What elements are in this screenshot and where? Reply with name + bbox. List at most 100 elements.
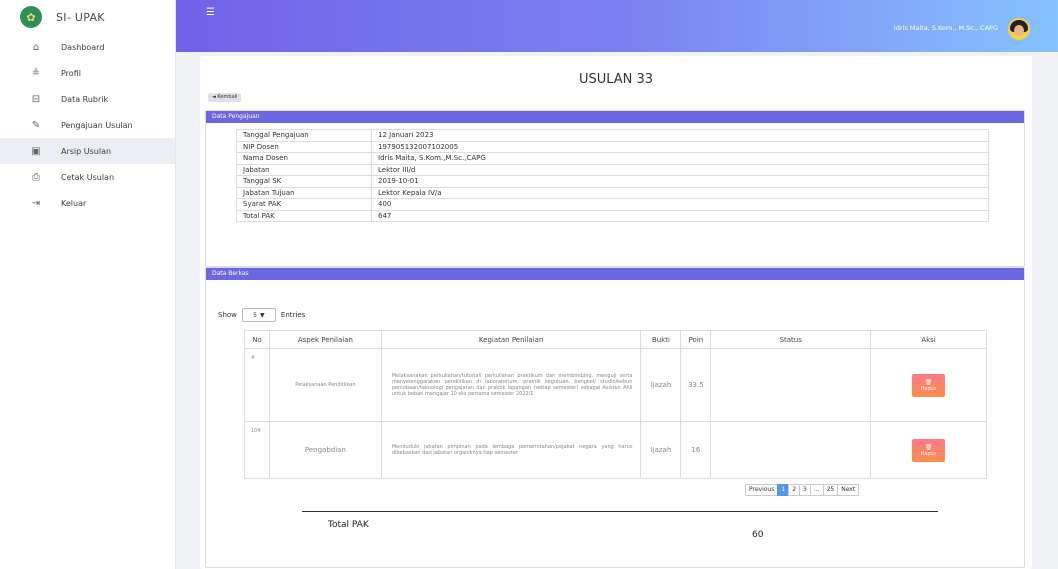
sidebar-item-keluar[interactable]: ⇥ Keluar — [0, 190, 175, 216]
pagination-previous[interactable]: Previous — [745, 484, 779, 496]
berkas-header: Data Berkas — [206, 268, 1024, 280]
status — [710, 348, 872, 422]
sidebar-item-arsip-usulan[interactable]: ▣ Arsip Usulan — [0, 138, 175, 164]
field-value: 2019-10-01 — [371, 175, 989, 188]
kegiatan-penilaian: Menduduki jabatan pimpinan pada lembaga … — [380, 421, 642, 479]
column-header: No — [244, 330, 270, 349]
pagination: Previous 1 2 3... 25 Next — [745, 484, 860, 496]
sidebar-nav: ⌂ Dashboard ≗ Profil ⊟ Data Rubrik ✎ Pengajuan … — [0, 34, 175, 216]
table-row: Tanggal SK 2019-10-01 — [236, 175, 989, 188]
archive-icon: ▣ — [31, 145, 41, 157]
field-value: 400 — [371, 198, 989, 211]
sidebar-item-label: Keluar — [61, 198, 87, 208]
column-header: Kegiatan Penilaian — [380, 330, 642, 349]
row-number: 104 — [244, 421, 270, 479]
sidebar-item-label: Data Rubrik — [61, 94, 109, 104]
sidebar: ✿ SI- UPAK ⌂ Dashboard ≗ Profil ⊟ Data Rubrik… — [0, 0, 176, 569]
app-logo-icon: ✿ — [20, 6, 42, 28]
table-row: Jabatan Tujuan Lektor Kepala IV/a — [236, 186, 989, 199]
field-value: Lektor III/d — [371, 163, 989, 176]
sidebar-item-data-rubrik[interactable]: ⊟ Data Rubrik — [0, 86, 175, 112]
field-label: Jabatan Tujuan — [236, 186, 372, 199]
status — [710, 421, 872, 479]
back-button[interactable]: ◄ Kembali — [208, 93, 242, 102]
kegiatan-penilaian: Melaksanakan perkuliahan/tutorial/ perku… — [380, 348, 642, 422]
aspek-penilaian: Pengabdian — [268, 421, 382, 479]
column-header: Status — [710, 330, 872, 349]
logout-icon: ⇥ — [31, 197, 41, 209]
table-row: NIP Dosen 197905132007102005 — [236, 140, 989, 153]
table-row: Tanggal Pengajuan 12 Januari 2023 — [236, 129, 989, 142]
table-row: 104 Pengabdian Menduduki jabatan pimpinan … — [244, 421, 987, 479]
entries-label: Entries — [280, 311, 306, 319]
edit-icon: ✎ — [31, 119, 41, 131]
trash-icon: 🗑 — [924, 443, 933, 451]
sidebar-item-profil[interactable]: ≗ Profil — [0, 60, 175, 86]
aksi-cell: 🗑 Hapus — [870, 348, 987, 422]
total-pak-label: Total PAK — [328, 520, 369, 530]
table-row: Nama Dosen Idris Maita, S.Kom.,M.Sc.,CAPG — [236, 152, 989, 165]
berkas-panel: Data Berkas Show 5 ▼ Entries No Aspek Pen… — [205, 267, 1025, 568]
entries-value: 5 — [253, 311, 257, 319]
aspek-penilaian: Pelaksanaan Pendidikan — [268, 348, 382, 422]
berkas-table: No Aspek Penilaian Kegiatan Penilaian Bukti… — [244, 330, 987, 479]
pengajuan-panel: Data Pengajuan Tanggal Pengajuan 12 Janua… — [205, 110, 1025, 267]
sidebar-item-cetak-usulan[interactable]: ⎙ Cetak Usulan — [0, 164, 175, 190]
show-label: Show — [218, 311, 237, 319]
sidebar-item-label: Cetak Usulan — [61, 172, 115, 182]
pagination-next[interactable]: Next — [837, 484, 860, 496]
pagination-page[interactable]: ... — [809, 484, 824, 496]
field-value: 197905132007102005 — [371, 140, 989, 153]
entries-select[interactable]: 5 ▼ — [241, 308, 276, 322]
pagination-page[interactable]: 25 — [822, 484, 839, 496]
pengajuan-table: Tanggal Pengajuan 12 Januari 2023 NIP Dose… — [236, 129, 989, 222]
sidebar-item-label: Arsip Usulan — [61, 146, 112, 156]
topbar: ☰ Idris Maita, S.Kom., M.Sc., CAPG — [176, 0, 1058, 52]
page-title: USULAN 33 — [578, 72, 654, 87]
column-header: Aspek Penilaian — [268, 330, 382, 349]
field-label: Tanggal SK — [236, 175, 372, 188]
table-row: Syarat PAK 400 — [236, 198, 989, 211]
bukti: Ijazah — [640, 421, 682, 479]
column-header: Bukti — [640, 330, 682, 349]
field-value: Lektor Kepala IV/a — [371, 186, 989, 199]
sidebar-item-pengajuan-usulan[interactable]: ✎ Pengajuan Usulan — [0, 112, 175, 138]
field-label: Tanggal Pengajuan — [236, 129, 372, 142]
sidebar-item-label: Dashboard — [61, 42, 105, 52]
sidebar-item-label: Pengajuan Usulan — [61, 120, 133, 130]
print-icon: ⎙ — [32, 171, 40, 183]
field-label: Syarat PAK — [236, 198, 372, 211]
chevron-down-icon: ▼ — [259, 311, 265, 319]
menu-toggle-icon[interactable]: ☰ — [206, 7, 215, 18]
brand[interactable]: ✿ SI- UPAK — [0, 0, 175, 34]
hapus-label: Hapus — [920, 450, 937, 457]
hapus-button[interactable]: 🗑 Hapus — [912, 373, 946, 397]
table-row: Jabatan Lektor III/d — [236, 163, 989, 176]
rubric-icon: ⊟ — [31, 93, 41, 105]
table-row: Total PAK 647 — [236, 209, 989, 222]
hapus-button[interactable]: 🗑 Hapus — [912, 438, 946, 462]
sidebar-item-dashboard[interactable]: ⌂ Dashboard — [0, 34, 175, 60]
table-header-row: No Aspek Penilaian Kegiatan Penilaian Bukti… — [244, 330, 987, 349]
poin: 33.5 — [680, 348, 712, 422]
app-name: SI- UPAK — [56, 10, 105, 24]
field-label: Nama Dosen — [236, 152, 372, 165]
user-name[interactable]: Idris Maita, S.Kom., M.Sc., CAPG — [894, 24, 998, 32]
home-icon: ⌂ — [32, 41, 40, 53]
bukti: Ijazah — [640, 348, 682, 422]
show-entries: Show 5 ▼ Entries — [218, 308, 305, 322]
profile-icon: ≗ — [31, 67, 41, 79]
trash-icon: 🗑 — [924, 378, 933, 386]
content-card: USULAN 33 ◄ Kembali Data Pengajuan Tangg… — [200, 56, 1032, 569]
poin: 16 — [680, 421, 712, 479]
field-label: Jabatan — [236, 163, 372, 176]
avatar[interactable] — [1008, 18, 1030, 40]
aksi-cell: 🗑 Hapus — [870, 421, 987, 479]
hapus-label: Hapus — [920, 385, 937, 392]
column-header: Aksi — [870, 330, 987, 349]
total-divider — [302, 511, 938, 512]
sidebar-item-label: Profil — [61, 68, 81, 78]
field-value: 12 Januari 2023 — [371, 129, 989, 142]
field-value: Idris Maita, S.Kom.,M.Sc.,CAPG — [371, 152, 989, 165]
field-value: 647 — [371, 209, 989, 222]
